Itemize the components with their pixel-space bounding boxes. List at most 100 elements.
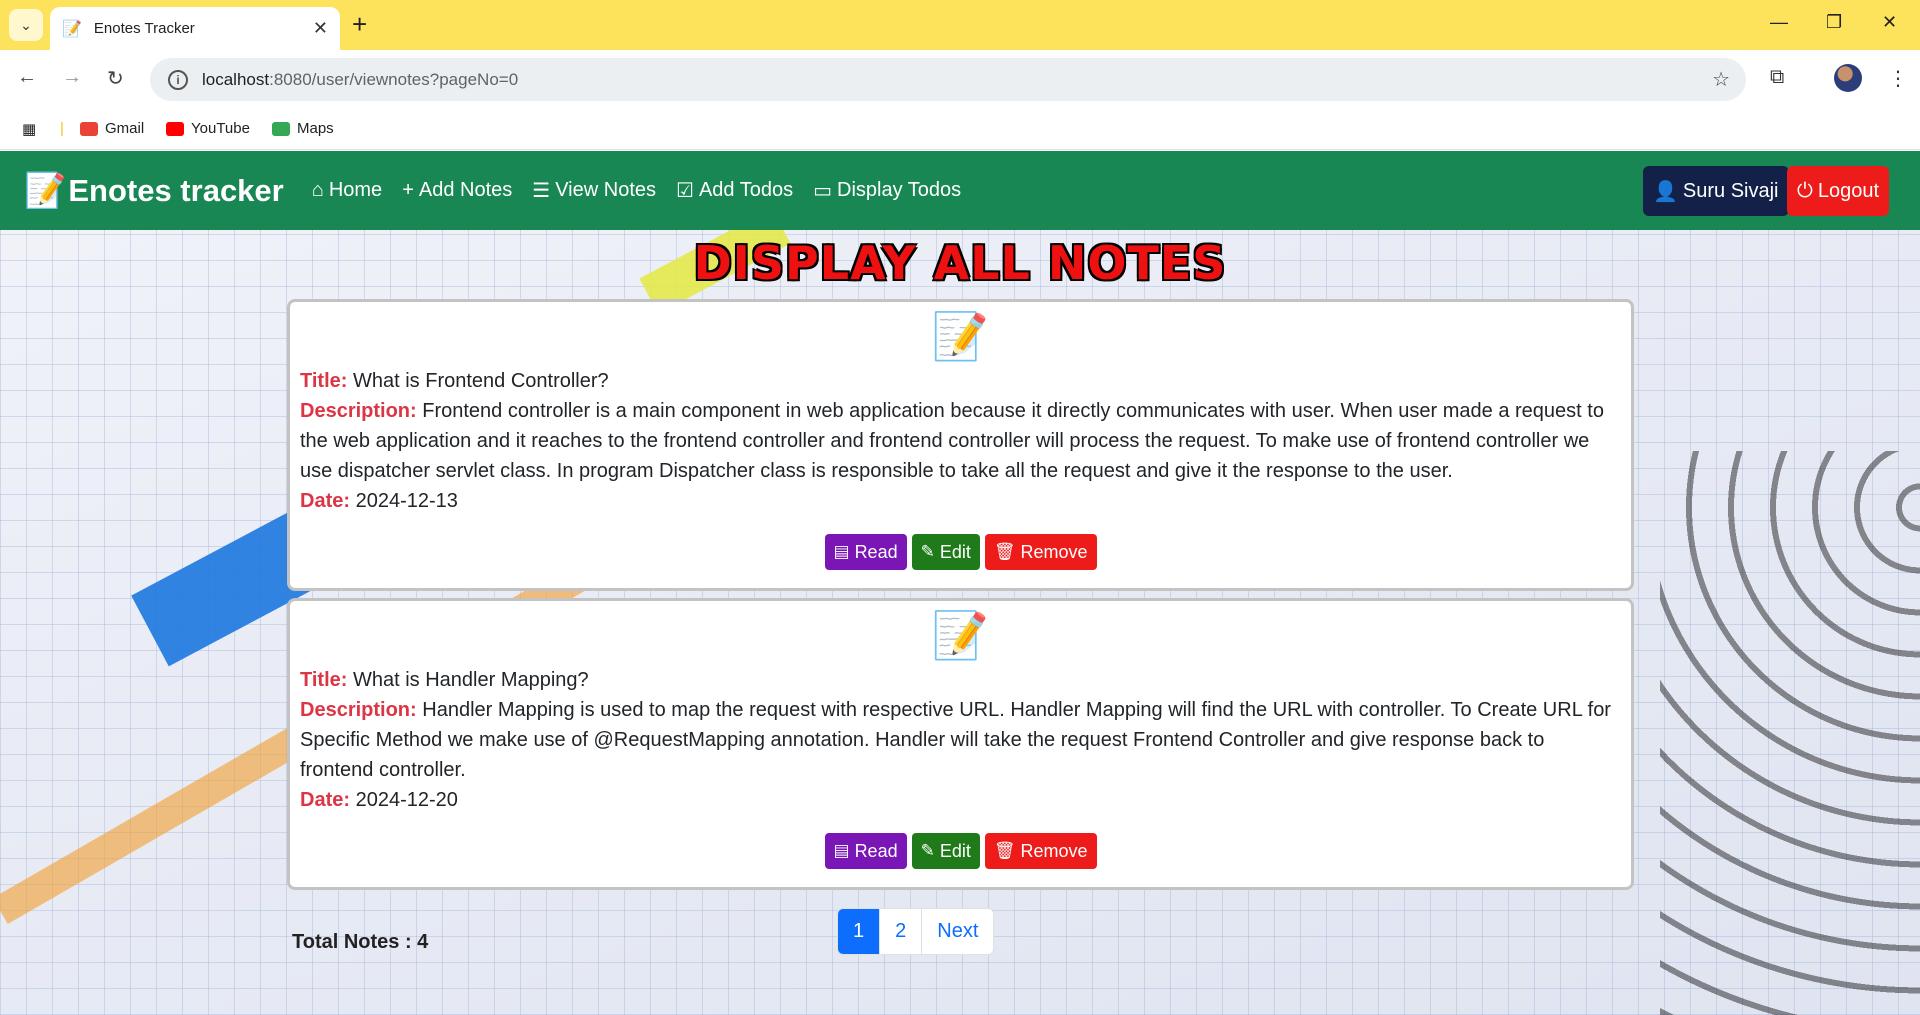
app-navbar: 📝 Enotes tracker ⌂ Home + Add Notes ☰ Vi…: [0, 151, 1920, 230]
note-description-row: Description: Frontend controller is a ma…: [300, 396, 1621, 486]
extensions-icon[interactable]: ⧉: [1770, 66, 1784, 89]
nav-home[interactable]: ⌂ Home: [312, 179, 382, 202]
total-notes: Total Notes : 4: [292, 931, 429, 953]
note-date: 2024-12-20: [355, 789, 458, 811]
page-title: DISPLAY ALL NOTES: [693, 236, 1227, 290]
book-icon: ▤: [833, 841, 850, 860]
nav-label: View Notes: [555, 179, 656, 201]
edit-label: Edit: [939, 541, 971, 562]
edit-button[interactable]: ✎ Edit: [911, 534, 980, 570]
notepad-icon: 📝: [24, 171, 67, 210]
nav-label: Home: [328, 179, 383, 201]
bookmark-maps[interactable]: Maps: [272, 120, 334, 137]
reload-icon[interactable]: ↻: [107, 66, 124, 91]
brand[interactable]: 📝 Enotes tracker: [24, 171, 284, 211]
user-icon: 👤: [1653, 180, 1678, 203]
date-label: Date:: [300, 789, 351, 811]
notepad-icon: 📝: [931, 310, 990, 362]
page-2-button[interactable]: 2: [879, 909, 922, 954]
notepad-icon: 📝: [62, 20, 82, 38]
remove-button[interactable]: 🗑 Remove: [984, 534, 1097, 570]
logout-button[interactable]: ⏻ Logout: [1787, 166, 1889, 216]
remove-label: Remove: [1020, 840, 1088, 861]
user-label: Suru Sivaji: [1682, 179, 1779, 202]
power-icon: ⏻: [1797, 179, 1813, 202]
edit-icon: ✎: [920, 841, 935, 860]
browser-tabstrip: ⌄ 📝 Enotes Tracker ✕ + — ❐ ✕: [0, 0, 1920, 50]
home-icon: ⌂: [311, 179, 324, 201]
new-tab-button[interactable]: +: [352, 11, 367, 37]
bookmark-gmail[interactable]: Gmail: [80, 120, 144, 137]
note-card: 📝 Title: What is Frontend Controller? De…: [287, 299, 1634, 591]
edit-button[interactable]: ✎ Edit: [911, 833, 980, 869]
title-label: Title:: [300, 669, 348, 691]
book-icon: ▤: [833, 542, 850, 561]
notepad-icon: 📝: [931, 609, 990, 661]
remove-button[interactable]: 🗑 Remove: [984, 833, 1097, 869]
bookmarks-divider: |: [60, 120, 64, 137]
brand-label: Enotes tracker: [68, 172, 284, 208]
apps-grid-icon[interactable]: ▦: [22, 120, 36, 138]
plus-icon: +: [402, 179, 414, 201]
read-button[interactable]: ▤ Read: [824, 833, 907, 869]
nav-add-notes[interactable]: + Add Notes: [402, 179, 512, 202]
maps-icon: [272, 121, 290, 136]
description-label: Description:: [300, 699, 417, 721]
back-icon[interactable]: ←: [17, 66, 37, 89]
nav-add-todos[interactable]: ☑ Add Todos: [676, 178, 793, 203]
menu-kebab-icon[interactable]: ⋮: [1888, 66, 1908, 91]
edit-label: Edit: [939, 840, 971, 861]
logout-label: Logout: [1817, 179, 1879, 202]
gmail-icon: [80, 121, 98, 136]
note-date-row: Date: 2024-12-20: [300, 785, 1621, 815]
page-1-button[interactable]: 1: [838, 909, 880, 954]
close-window-icon[interactable]: ✕: [1882, 12, 1897, 33]
bookmark-star-icon[interactable]: ☆: [1712, 67, 1730, 92]
note-title-row: Title: What is Frontend Controller?: [300, 366, 1621, 396]
read-label: Read: [854, 840, 898, 861]
close-tab-icon[interactable]: ✕: [313, 18, 328, 39]
address-bar[interactable]: i localhost :8080/user/viewnotes?pageNo=…: [150, 58, 1746, 101]
note-actions: ▤ Read ✎ Edit 🗑 Remove: [300, 534, 1621, 570]
nav-label: Display Todos: [837, 179, 962, 201]
bookmark-label: Maps: [297, 120, 334, 137]
minimize-icon[interactable]: —: [1770, 12, 1788, 33]
read-label: Read: [854, 541, 898, 562]
edit-icon: ✎: [920, 542, 935, 561]
bookmarks-bar: ▦ | Gmail YouTube Maps: [0, 110, 1920, 150]
note-date-row: Date: 2024-12-13: [300, 486, 1621, 516]
note-card: 📝 Title: What is Handler Mapping? Descri…: [287, 598, 1634, 890]
site-info-icon[interactable]: i: [168, 69, 188, 90]
nav-display-todos[interactable]: ▭ Display Todos: [813, 178, 961, 203]
remove-label: Remove: [1020, 541, 1088, 562]
next-page-button[interactable]: Next: [921, 909, 994, 954]
desktop-icon: ▭: [813, 180, 832, 202]
note-title: What is Frontend Controller?: [352, 370, 609, 392]
browser-tab[interactable]: 📝 Enotes Tracker ✕: [50, 7, 340, 50]
profile-avatar[interactable]: [1834, 64, 1862, 92]
nav-view-notes[interactable]: ☰ View Notes: [532, 178, 656, 203]
note-title: What is Handler Mapping?: [352, 669, 589, 691]
tab-search-button[interactable]: ⌄: [9, 9, 43, 41]
bookmark-label: Gmail: [105, 120, 145, 137]
note-description: Frontend controller is a main component …: [300, 400, 1604, 482]
note-description: Handler Mapping is used to map the reque…: [300, 699, 1611, 781]
forward-icon[interactable]: →: [62, 66, 82, 89]
user-button[interactable]: 👤 Suru Sivaji: [1643, 166, 1789, 216]
tab-title: Enotes Tracker: [93, 20, 195, 37]
read-button[interactable]: ▤ Read: [824, 534, 907, 570]
nav-label: Add Todos: [698, 179, 794, 201]
youtube-icon: [166, 121, 184, 136]
trash-icon: 🗑: [993, 542, 1016, 561]
note-title-row: Title: What is Handler Mapping?: [300, 665, 1621, 695]
page-viewport: 📝 Enotes tracker ⌂ Home + Add Notes ☰ Vi…: [0, 151, 1920, 1015]
list-icon: ☰: [532, 180, 551, 202]
pagination: 1 2 Next: [837, 908, 995, 955]
calendar-check-icon: ☑: [676, 180, 694, 202]
description-label: Description:: [300, 400, 417, 422]
bookmark-youtube[interactable]: YouTube: [166, 120, 250, 137]
trash-icon: 🗑: [993, 841, 1016, 860]
url-path: :8080/user/viewnotes?pageNo=0: [269, 69, 519, 89]
restore-icon[interactable]: ❐: [1826, 12, 1842, 33]
url-host: localhost: [202, 69, 270, 89]
